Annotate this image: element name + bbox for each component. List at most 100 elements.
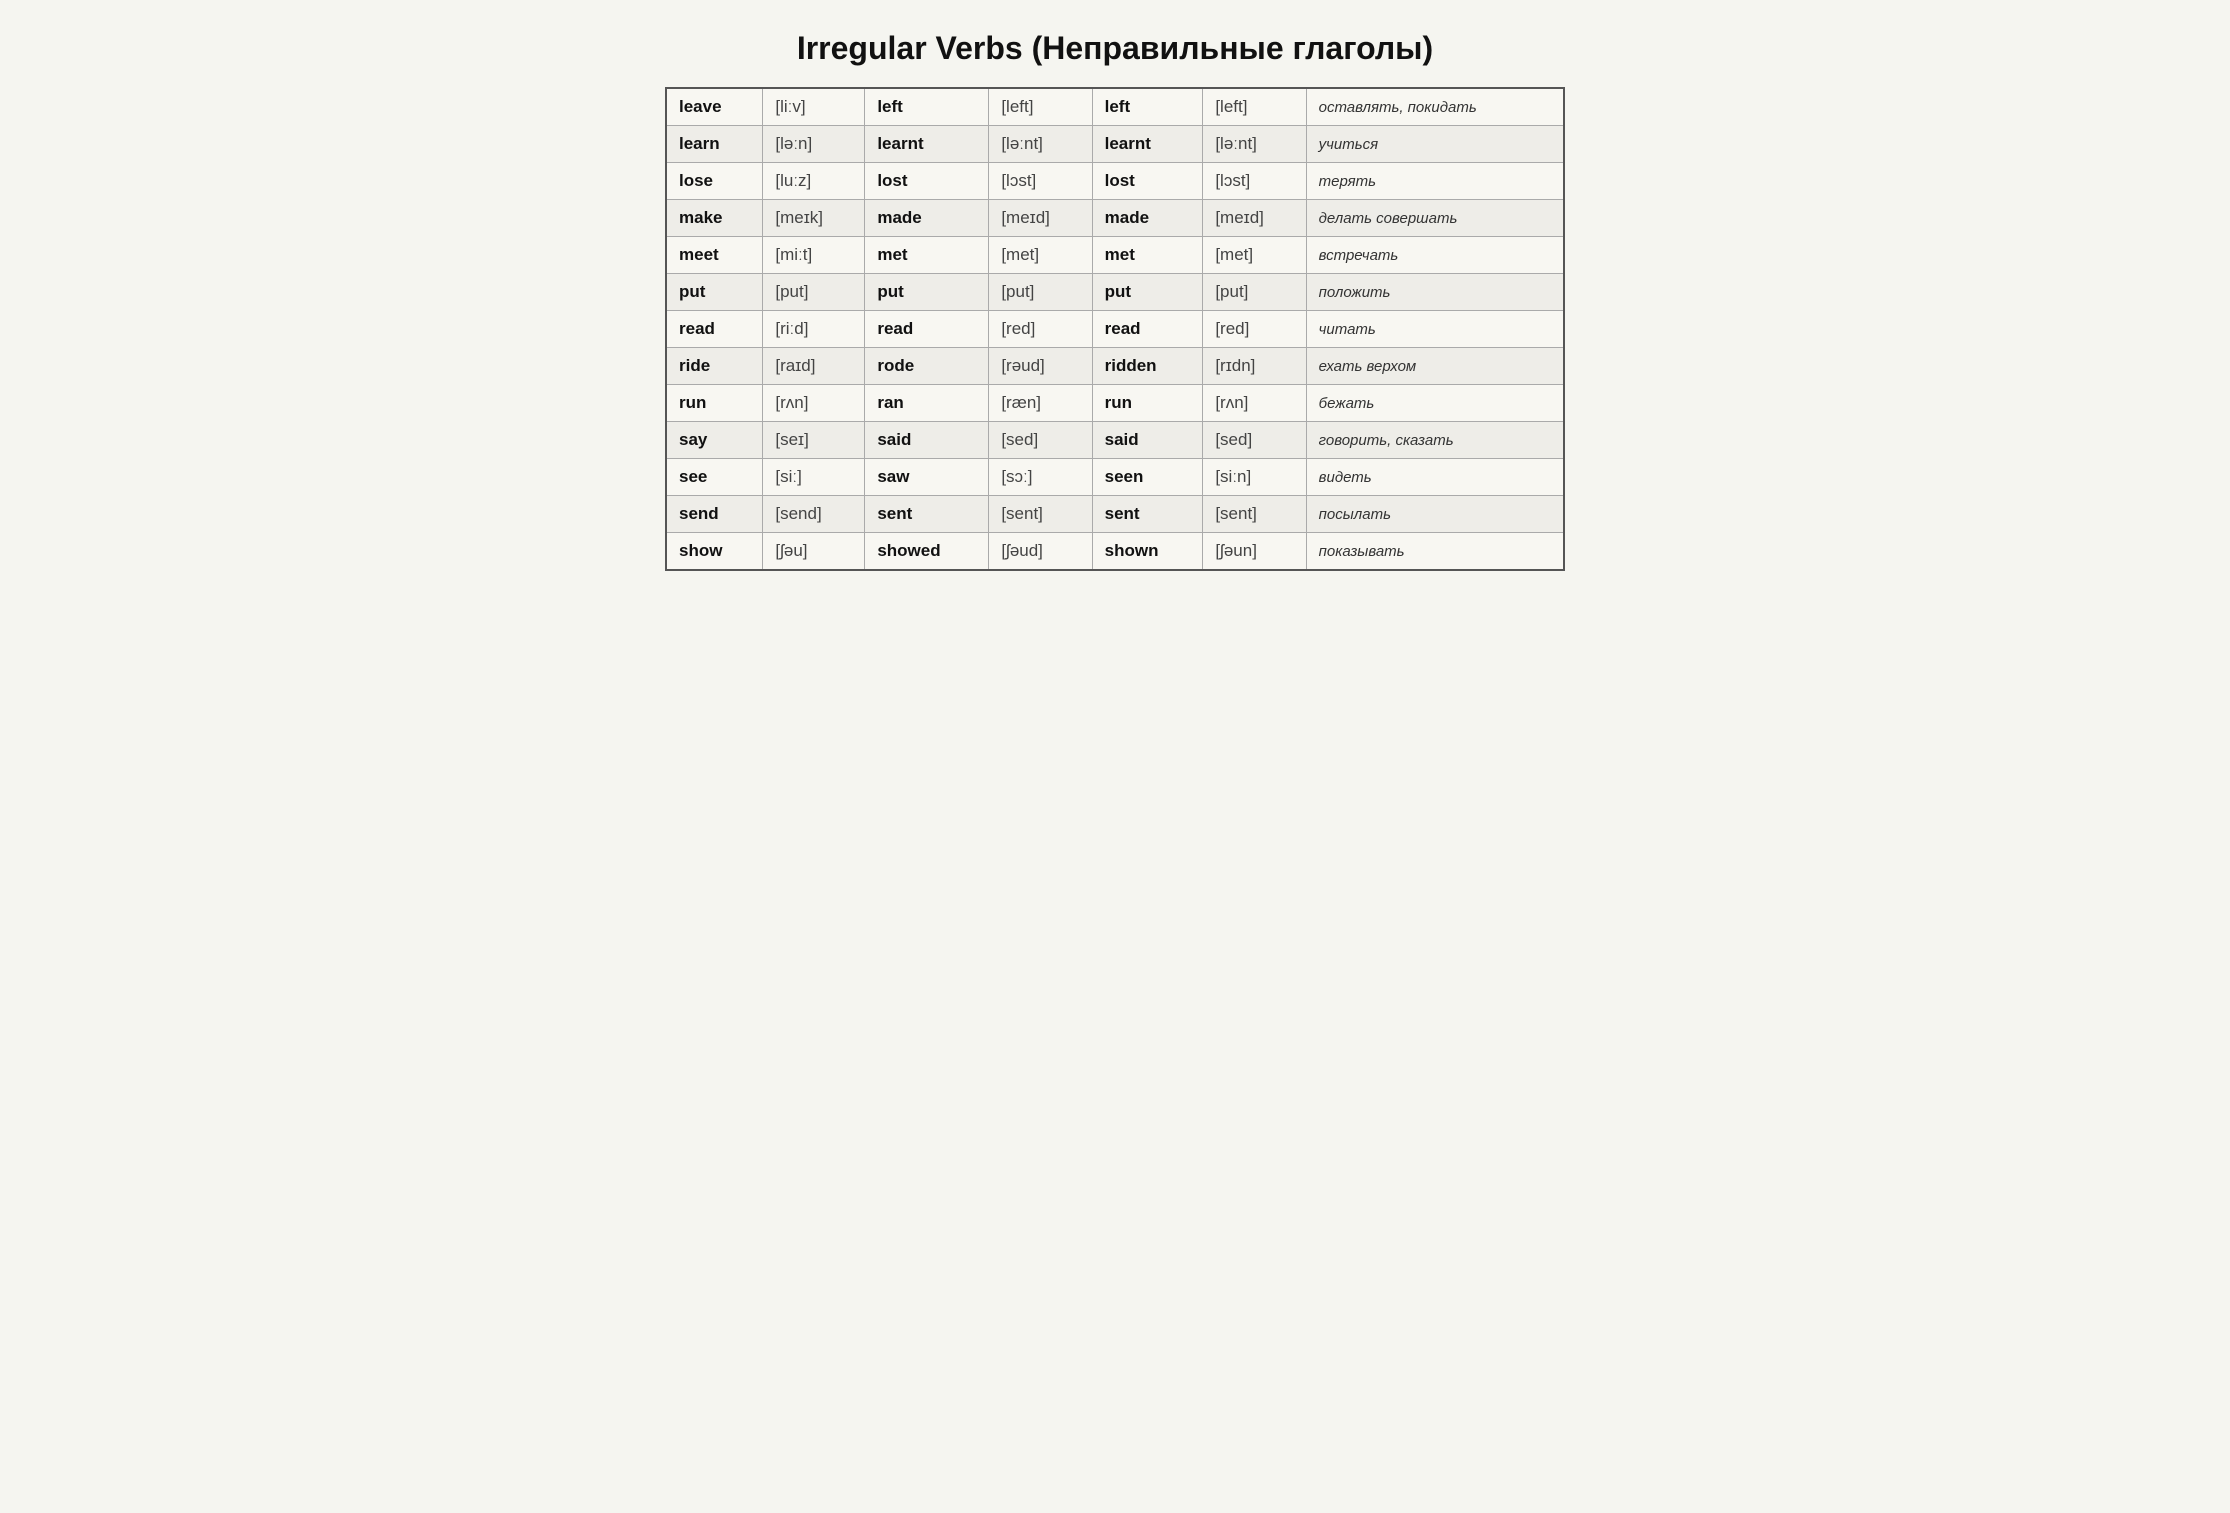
base-verb: run <box>666 385 763 422</box>
base-verb: put <box>666 274 763 311</box>
base-phonetic: [put] <box>763 274 865 311</box>
base-phonetic: [ləːn] <box>763 126 865 163</box>
table-row: leave [liːv] left [left] left [left] ост… <box>666 88 1564 126</box>
base-verb: read <box>666 311 763 348</box>
base-phonetic: [siː] <box>763 459 865 496</box>
translation: ехать верхом <box>1306 348 1564 385</box>
base-phonetic: [seɪ] <box>763 422 865 459</box>
past-participle: sent <box>1092 496 1203 533</box>
pp-phonetic: [lɔst] <box>1203 163 1306 200</box>
past-participle: said <box>1092 422 1203 459</box>
past-simple: rode <box>865 348 989 385</box>
verbs-table: leave [liːv] left [left] left [left] ост… <box>665 87 1565 571</box>
pp-phonetic: [siːn] <box>1203 459 1306 496</box>
past-simple: put <box>865 274 989 311</box>
pp-phonetic: [meɪd] <box>1203 200 1306 237</box>
past-phonetic: [met] <box>989 237 1092 274</box>
past-simple: learnt <box>865 126 989 163</box>
translation: говорить, сказать <box>1306 422 1564 459</box>
table-row: learn [ləːn] learnt [ləːnt] learnt [ləːn… <box>666 126 1564 163</box>
translation: делать совершать <box>1306 200 1564 237</box>
past-phonetic: [put] <box>989 274 1092 311</box>
table-row: see [siː] saw [sɔː] seen [siːn] видеть <box>666 459 1564 496</box>
past-participle: put <box>1092 274 1203 311</box>
translation: положить <box>1306 274 1564 311</box>
base-verb: meet <box>666 237 763 274</box>
past-participle: seen <box>1092 459 1203 496</box>
past-phonetic: [sɔː] <box>989 459 1092 496</box>
base-verb: learn <box>666 126 763 163</box>
past-phonetic: [sent] <box>989 496 1092 533</box>
translation: оставлять, покидать <box>1306 88 1564 126</box>
base-phonetic: [liːv] <box>763 88 865 126</box>
past-simple: lost <box>865 163 989 200</box>
base-phonetic: [rʌn] <box>763 385 865 422</box>
pp-phonetic: [put] <box>1203 274 1306 311</box>
past-participle: read <box>1092 311 1203 348</box>
past-simple: sent <box>865 496 989 533</box>
pp-phonetic: [rʌn] <box>1203 385 1306 422</box>
pp-phonetic: [red] <box>1203 311 1306 348</box>
past-participle: shown <box>1092 533 1203 571</box>
base-phonetic: [luːz] <box>763 163 865 200</box>
base-verb: lose <box>666 163 763 200</box>
pp-phonetic: [met] <box>1203 237 1306 274</box>
base-verb: make <box>666 200 763 237</box>
past-simple: said <box>865 422 989 459</box>
past-simple: ran <box>865 385 989 422</box>
past-phonetic: [lɔst] <box>989 163 1092 200</box>
translation: показывать <box>1306 533 1564 571</box>
past-phonetic: [ræn] <box>989 385 1092 422</box>
base-verb: say <box>666 422 763 459</box>
past-simple: saw <box>865 459 989 496</box>
past-phonetic: [rəud] <box>989 348 1092 385</box>
translation: учиться <box>1306 126 1564 163</box>
table-row: make [meɪk] made [meɪd] made [meɪd] дела… <box>666 200 1564 237</box>
base-phonetic: [meɪk] <box>763 200 865 237</box>
table-row: show [ʃəu] showed [ʃəud] shown [ʃəun] по… <box>666 533 1564 571</box>
page-title: Irregular Verbs (Неправильные глаголы) <box>665 30 1565 67</box>
past-phonetic: [red] <box>989 311 1092 348</box>
translation: бежать <box>1306 385 1564 422</box>
past-participle: left <box>1092 88 1203 126</box>
past-phonetic: [left] <box>989 88 1092 126</box>
table-row: ride [raɪd] rode [rəud] ridden [rɪdn] ех… <box>666 348 1564 385</box>
base-phonetic: [riːd] <box>763 311 865 348</box>
table-row: lose [luːz] lost [lɔst] lost [lɔst] теря… <box>666 163 1564 200</box>
table-row: put [put] put [put] put [put] положить <box>666 274 1564 311</box>
page-container: Irregular Verbs (Неправильные глаголы) l… <box>665 30 1565 571</box>
base-phonetic: [send] <box>763 496 865 533</box>
table-row: say [seɪ] said [sed] said [sed] говорить… <box>666 422 1564 459</box>
base-verb: send <box>666 496 763 533</box>
past-participle: learnt <box>1092 126 1203 163</box>
past-simple: left <box>865 88 989 126</box>
translation: видеть <box>1306 459 1564 496</box>
past-phonetic: [meɪd] <box>989 200 1092 237</box>
past-participle: made <box>1092 200 1203 237</box>
past-simple: showed <box>865 533 989 571</box>
pp-phonetic: [rɪdn] <box>1203 348 1306 385</box>
pp-phonetic: [ʃəun] <box>1203 533 1306 571</box>
base-verb: leave <box>666 88 763 126</box>
past-participle: lost <box>1092 163 1203 200</box>
pp-phonetic: [left] <box>1203 88 1306 126</box>
base-verb: show <box>666 533 763 571</box>
past-simple: met <box>865 237 989 274</box>
base-phonetic: [ʃəu] <box>763 533 865 571</box>
past-phonetic: [ʃəud] <box>989 533 1092 571</box>
translation: посылать <box>1306 496 1564 533</box>
pp-phonetic: [sed] <box>1203 422 1306 459</box>
table-row: read [riːd] read [red] read [red] читать <box>666 311 1564 348</box>
base-phonetic: [miːt] <box>763 237 865 274</box>
base-verb: ride <box>666 348 763 385</box>
translation: читать <box>1306 311 1564 348</box>
base-verb: see <box>666 459 763 496</box>
table-row: run [rʌn] ran [ræn] run [rʌn] бежать <box>666 385 1564 422</box>
table-row: send [send] sent [sent] sent [sent] посы… <box>666 496 1564 533</box>
past-simple: read <box>865 311 989 348</box>
table-row: meet [miːt] met [met] met [met] встречат… <box>666 237 1564 274</box>
pp-phonetic: [ləːnt] <box>1203 126 1306 163</box>
translation: терять <box>1306 163 1564 200</box>
pp-phonetic: [sent] <box>1203 496 1306 533</box>
past-simple: made <box>865 200 989 237</box>
